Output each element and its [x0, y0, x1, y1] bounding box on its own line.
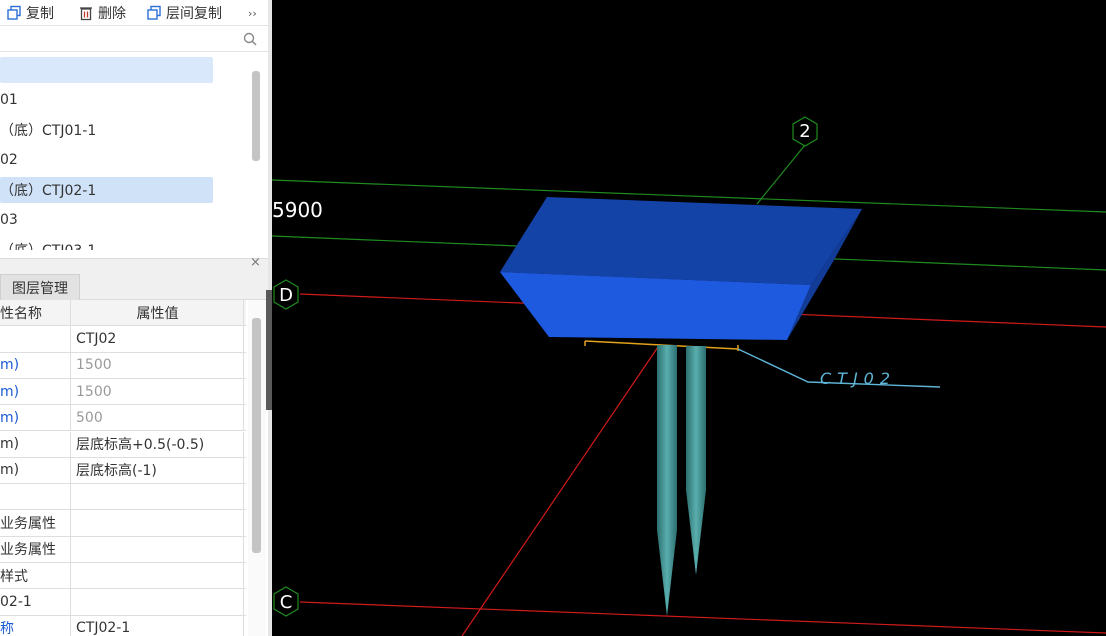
table-row[interactable]: 业务属性: [0, 536, 246, 563]
table-row[interactable]: m) 1500: [0, 352, 246, 379]
element-label: CTJ02: [820, 369, 896, 388]
properties-grid: 性名称 属性值 CTJ02 m) 1500 m) 1500 m) 500 m) …: [0, 300, 246, 636]
component-toolbar: 复制 删除 层间复制 ››: [0, 0, 268, 26]
tree-item-label: 02: [0, 152, 18, 168]
table-row[interactable]: m) 500: [0, 405, 246, 432]
header-name: 性名称: [0, 300, 71, 326]
table-row[interactable]: 样式: [0, 563, 246, 590]
tree-item-ctj03[interactable]: 03: [0, 207, 213, 233]
properties-scrollbar[interactable]: [248, 300, 266, 636]
viewport-scene[interactable]: 2 D C 5900 CTJ02: [272, 0, 1106, 636]
tree-item-label: 03: [0, 212, 18, 228]
trash-icon: [80, 7, 92, 21]
3d-viewport[interactable]: 2 D C 5900 CTJ02: [272, 0, 1106, 636]
prop-value[interactable]: [72, 510, 244, 536]
tree-item-label: （底）CTJ02-1: [0, 183, 97, 199]
floor-copy-button[interactable]: 层间复制: [146, 3, 222, 23]
tree-scrollbar-thumb[interactable]: [252, 71, 260, 161]
prop-value[interactable]: 1500: [72, 352, 244, 378]
prop-name: [0, 326, 71, 352]
table-row[interactable]: m) 层底标高+0.5(-0.5): [0, 431, 246, 458]
pile-cap-top-face[interactable]: [500, 197, 862, 285]
tree-item-ctj02[interactable]: 02: [0, 147, 213, 173]
header-value: 属性值: [72, 300, 244, 326]
table-row[interactable]: 称 CTJ02-1: [0, 615, 246, 636]
tree-item-ctj03-1[interactable]: （底）CTJ03-1: [0, 237, 213, 250]
tree-item-label: （底）CTJ01-1: [0, 123, 97, 139]
prop-value[interactable]: [72, 536, 244, 562]
prop-value[interactable]: 层底标高+0.5(-0.5): [72, 431, 244, 457]
search-icon[interactable]: [243, 32, 257, 46]
tree-item-ctj01-1[interactable]: （底）CTJ01-1: [0, 117, 213, 143]
search-bar[interactable]: [0, 27, 268, 52]
app-window: 复制 删除 层间复制 ›› 01 （底）CTJ01-1 02 （底）CTJ02-…: [0, 0, 1106, 636]
prop-name: 业务属性: [0, 510, 71, 536]
prop-name: m): [0, 431, 71, 457]
copy-button[interactable]: 复制: [6, 3, 54, 23]
close-icon[interactable]: ×: [250, 255, 261, 270]
floor-copy-icon: [147, 5, 161, 20]
grid-header-row: 性名称 属性值: [0, 300, 246, 327]
left-panel: 复制 删除 层间复制 ›› 01 （底）CTJ01-1 02 （底）CTJ02-…: [0, 0, 268, 636]
prop-name: [0, 484, 71, 510]
prop-name: 样式: [0, 563, 71, 589]
table-row[interactable]: 02-1: [0, 589, 246, 616]
prop-name: 02-1: [0, 589, 71, 615]
prop-value[interactable]: 层底标高(-1): [72, 457, 244, 484]
properties-scrollbar-thumb[interactable]: [252, 318, 261, 553]
prop-value[interactable]: 500: [72, 405, 244, 431]
component-tree: 01 （底）CTJ01-1 02 （底）CTJ02-1 03 （底）CTJ03-…: [0, 53, 268, 250]
prop-name: 称: [0, 615, 71, 636]
table-row[interactable]: m) 1500: [0, 378, 246, 406]
prop-name: m): [0, 378, 71, 405]
prop-value[interactable]: CTJ02: [72, 326, 244, 352]
axis-2-leader: [756, 144, 806, 205]
prop-name: m): [0, 405, 71, 431]
prop-value[interactable]: 1500: [72, 378, 244, 405]
tree-item-label: 01: [0, 92, 18, 108]
more-label: ››: [248, 6, 257, 20]
grid-line-red-C: [299, 601, 1106, 634]
tree-item-root[interactable]: [0, 57, 213, 83]
more-button[interactable]: ››: [248, 3, 257, 23]
properties-panel-header: ×: [0, 255, 268, 272]
delete-button[interactable]: 删除: [78, 3, 126, 23]
prop-value[interactable]: [72, 484, 244, 510]
dimension-label: 5900: [272, 198, 323, 222]
axis-2-label: 2: [799, 121, 810, 142]
table-row[interactable]: m) 层底标高(-1): [0, 457, 246, 485]
delete-label: 删除: [98, 6, 126, 22]
prop-name: m): [0, 352, 71, 378]
copy-icon: [7, 5, 21, 20]
pile-2[interactable]: [686, 346, 706, 575]
table-row[interactable]: [0, 484, 246, 511]
axis-C-label: C: [280, 592, 293, 613]
tab-label: 图层管理: [12, 280, 68, 297]
prop-name: 业务属性: [0, 536, 71, 562]
table-row[interactable]: 业务属性: [0, 510, 246, 537]
tree-item-ctj01[interactable]: 01: [0, 87, 213, 113]
floor-copy-label: 层间复制: [166, 6, 222, 22]
prop-name: m): [0, 457, 71, 484]
tree-scrollbar[interactable]: [250, 69, 262, 249]
tree-item-label: （底）CTJ03-1: [0, 240, 96, 250]
axis-D-label: D: [279, 285, 293, 306]
prop-value[interactable]: CTJ02-1: [72, 615, 244, 636]
tab-layer-management[interactable]: 图层管理: [0, 274, 80, 300]
prop-value[interactable]: [72, 563, 244, 589]
grid-line-red-diagonal: [461, 343, 661, 636]
table-row[interactable]: CTJ02: [0, 326, 246, 353]
pile-1[interactable]: [657, 345, 677, 616]
properties-tabbar: 图层管理: [0, 272, 268, 300]
prop-value[interactable]: [72, 589, 244, 615]
copy-label: 复制: [26, 6, 54, 22]
tree-item-ctj02-1[interactable]: （底）CTJ02-1: [0, 177, 213, 203]
